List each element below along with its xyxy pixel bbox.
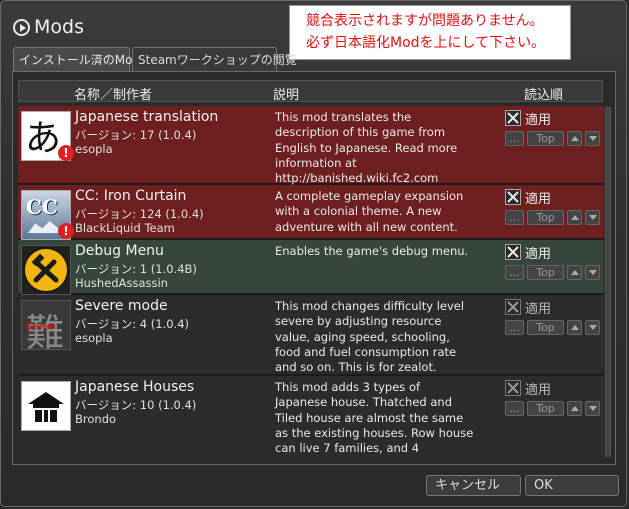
mod-name: Debug Menu	[75, 243, 164, 259]
move-top-button[interactable]: Top	[527, 401, 564, 416]
mod-name: CC: Iron Curtain	[75, 188, 187, 204]
mod-row-severe-mode[interactable]: 難 Severe Severe mode バージョン: 4 (1.0.4) es…	[18, 295, 604, 376]
arrow-down-icon	[588, 405, 597, 411]
move-up-button[interactable]	[567, 210, 582, 225]
move-up-button[interactable]	[567, 320, 582, 335]
mod-description: This mod changes difficulty level severe…	[275, 299, 465, 375]
apply-label: 適用	[525, 113, 552, 128]
arrow-down-icon	[588, 135, 597, 141]
apply-checkbox[interactable]	[505, 189, 521, 205]
arrow-up-icon	[570, 269, 579, 275]
mod-version: バージョン: 4 (1.0.4)	[75, 317, 190, 331]
tab-installed-mods[interactable]: インストール済のMods	[13, 47, 146, 71]
mod-name: Japanese Houses	[75, 379, 195, 395]
move-down-button[interactable]	[585, 401, 600, 416]
arrow-up-icon	[570, 214, 579, 220]
move-top-button[interactable]: Top	[527, 320, 564, 335]
apply-checkbox[interactable]	[505, 299, 521, 315]
notice-line-1: 競合表示されますが問題ありません。	[306, 13, 544, 29]
scrollbar-thumb[interactable]	[605, 107, 611, 457]
mod-version: バージョン: 1 (1.0.4B)	[75, 262, 197, 276]
warning-icon: !	[58, 223, 74, 239]
check-x-icon	[507, 382, 519, 394]
check-x-icon	[507, 301, 519, 313]
mod-version: バージョン: 17 (1.0.4)	[75, 128, 197, 142]
move-down-button[interactable]	[585, 131, 600, 146]
cc-logo-text: CC	[26, 195, 58, 219]
arrow-down-icon	[588, 214, 597, 220]
tab-steam-workshop[interactable]: Steamワークショップの閲覧	[132, 47, 297, 71]
mod-description: Enables the game's debug menu.	[275, 244, 469, 258]
apply-label: 適用	[525, 192, 552, 207]
mod-row-debug-menu[interactable]: Debug Menu バージョン: 1 (1.0.4B) HushedAssas…	[18, 240, 604, 295]
details-button[interactable]: ...	[505, 265, 524, 280]
mod-author: esopla	[75, 331, 113, 345]
mod-author: esopla	[75, 142, 113, 156]
list-header: 名称／制作者 説明 読込順	[18, 80, 603, 103]
move-down-button[interactable]	[585, 320, 600, 335]
arrow-up-icon	[570, 405, 579, 411]
cancel-button[interactable]: キャンセル	[426, 475, 521, 496]
mod-version: バージョン: 124 (1.0.4)	[75, 207, 204, 221]
arrow-down-icon	[588, 324, 597, 330]
apply-checkbox[interactable]	[505, 380, 521, 396]
move-down-button[interactable]	[585, 210, 600, 225]
mod-author: HushedAssassin	[75, 276, 168, 290]
details-button[interactable]: ...	[505, 320, 524, 335]
move-up-button[interactable]	[567, 131, 582, 146]
mod-row-iron-curtain[interactable]: CC ! CC: Iron Curtain バージョン: 124 (1.0.4)…	[18, 185, 604, 240]
move-up-button[interactable]	[567, 265, 582, 280]
check-x-icon	[507, 112, 519, 124]
check-x-icon	[507, 191, 519, 203]
move-top-button[interactable]: Top	[527, 131, 564, 146]
list-scrollbar[interactable]	[605, 107, 612, 457]
severe-mode-icon: 難 Severe	[21, 300, 71, 350]
severe-logo-text: Severe	[26, 321, 56, 331]
apply-label: 適用	[525, 247, 552, 262]
mod-row-japanese-houses[interactable]: Japanese Houses バージョン: 10 (1.0.4) Brondo…	[18, 376, 604, 461]
details-button[interactable]: ...	[505, 210, 524, 225]
apply-checkbox[interactable]	[505, 110, 521, 126]
apply-label: 適用	[525, 302, 552, 317]
mod-row-japanese-translation[interactable]: あ ! Japanese translation バージョン: 17 (1.0.…	[18, 106, 604, 185]
notice-box: 競合表示されますが問題ありません。 必ず日本語化Modを上にして下さい。	[289, 5, 571, 60]
details-button[interactable]: ...	[505, 131, 524, 146]
mod-list: あ ! Japanese translation バージョン: 17 (1.0.…	[18, 106, 604, 461]
ok-button[interactable]: OK	[525, 475, 619, 496]
check-x-icon	[507, 246, 519, 258]
move-top-button[interactable]: Top	[527, 210, 564, 225]
mod-author: Brondo	[75, 412, 117, 426]
window-title: Mods	[34, 16, 84, 38]
arrow-up-icon	[570, 324, 579, 330]
move-up-button[interactable]	[567, 401, 582, 416]
mod-description: This mod adds 3 types of Japanese house.…	[275, 380, 474, 456]
mod-name: Japanese translation	[75, 109, 219, 125]
hammer-wrench-icon	[23, 247, 69, 293]
mods-panel: 名称／制作者 説明 読込順 あ ! Japanese translation バ…	[12, 71, 616, 465]
japanese-houses-icon	[21, 381, 71, 431]
arrow-up-icon	[570, 135, 579, 141]
mod-author: BlackLiquid Team	[75, 221, 175, 235]
move-down-button[interactable]	[585, 265, 600, 280]
move-top-button[interactable]: Top	[527, 265, 564, 280]
window-title-bar: Mods	[13, 14, 84, 40]
hiragana-a-glyph: あ	[25, 118, 62, 159]
debug-menu-icon	[21, 245, 71, 295]
mod-description: A complete gameplay expansion with a col…	[275, 189, 464, 234]
apply-label: 適用	[525, 383, 552, 398]
mods-window: Mods 競合表示されますが問題ありません。 必ず日本語化Modを上にして下さい…	[0, 0, 627, 507]
apply-checkbox[interactable]	[505, 244, 521, 260]
details-button[interactable]: ...	[505, 401, 524, 416]
mod-description: This mod translates the description of t…	[275, 110, 458, 186]
column-name: 名称／制作者	[74, 88, 153, 103]
arrow-down-icon	[588, 269, 597, 275]
column-description: 説明	[273, 88, 300, 103]
mod-name: Severe mode	[75, 298, 168, 314]
mod-version: バージョン: 10 (1.0.4)	[75, 398, 197, 412]
column-load-order: 読込順	[524, 88, 564, 103]
house-icon	[28, 392, 64, 422]
notice-line-2: 必ず日本語化Modを上にして下さい。	[306, 35, 546, 51]
play-circle-icon	[13, 18, 30, 36]
warning-icon: !	[58, 145, 74, 161]
